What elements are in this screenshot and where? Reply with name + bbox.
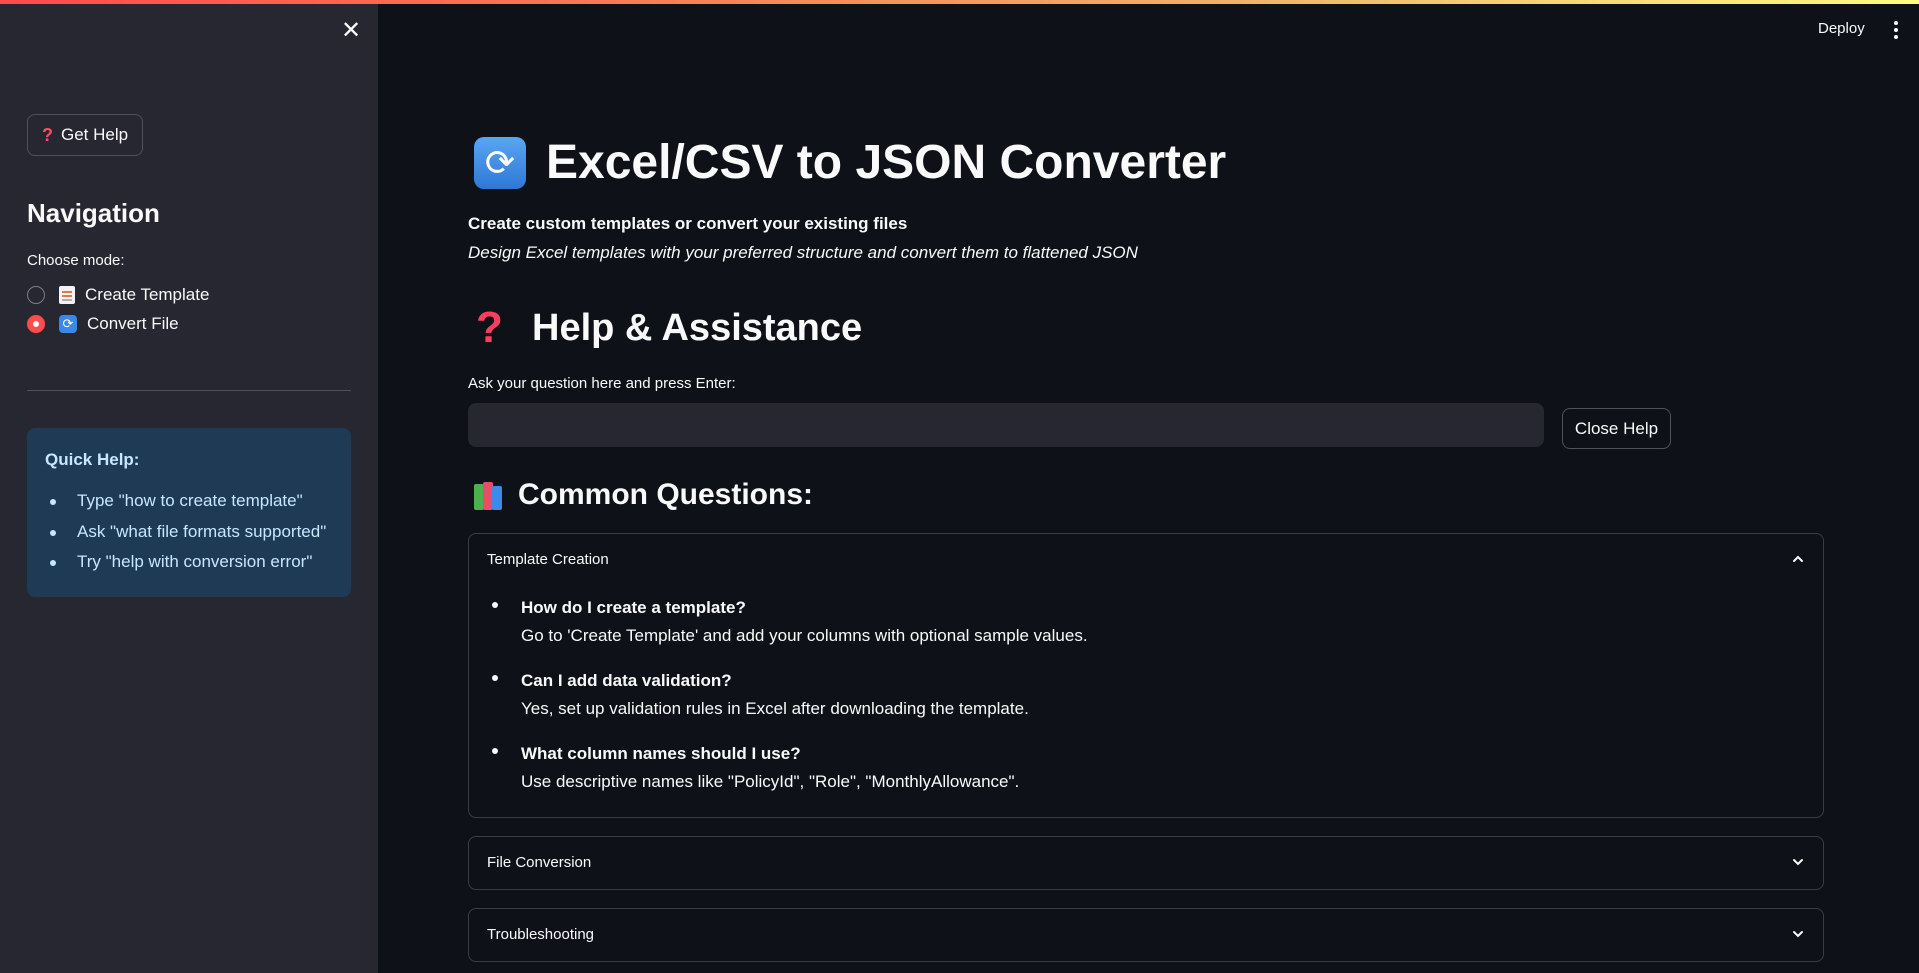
quick-help-item: Try "help with conversion error" [45, 547, 326, 578]
ask-question-label: Ask your question here and press Enter: [468, 375, 736, 392]
close-sidebar-icon[interactable]: ✕ [338, 18, 364, 44]
common-questions-heading: Common Questions: [518, 478, 814, 511]
expander-troubleshooting[interactable]: Troubleshooting [468, 908, 1824, 962]
expander-header[interactable]: Troubleshooting [487, 909, 1805, 961]
radio-label: Convert File [87, 314, 179, 333]
close-help-button[interactable]: Close Help [1562, 408, 1671, 449]
ask-question-input[interactable] [468, 403, 1544, 447]
get-help-label: Get Help [61, 125, 129, 144]
help-heading: Help & Assistance [532, 307, 863, 349]
expander-title: Template Creation [487, 551, 609, 568]
expander-title: Troubleshooting [487, 926, 595, 943]
page-icon [59, 286, 75, 304]
faq-answer: Go to 'Create Template' and add your col… [521, 626, 1088, 645]
expander-template-creation: Template Creation How do I create a temp… [468, 533, 1824, 818]
radio-convert-file[interactable]: ⟳ Convert File [27, 314, 179, 334]
chevron-up-icon[interactable] [1791, 552, 1805, 566]
faq-item: How do I create a template? Go to 'Creat… [487, 594, 1787, 650]
question-mark-icon: ? [42, 124, 53, 145]
quick-help-list: Type "how to create template" Ask "what … [45, 486, 326, 578]
top-decoration-bar [0, 0, 1919, 4]
faq-item: Can I add data validation? Yes, set up v… [487, 667, 1787, 723]
faq-question: How do I create a template? [521, 598, 746, 617]
deploy-button[interactable]: Deploy [1818, 20, 1865, 37]
faq-list: How do I create a template? Go to 'Creat… [487, 594, 1787, 813]
page-subtitle: Create custom templates or convert your … [468, 214, 908, 233]
radio-button[interactable] [27, 286, 45, 304]
radio-create-template[interactable]: Create Template [27, 285, 209, 305]
page-description: Design Excel templates with your preferr… [468, 243, 1138, 262]
sync-icon: ⟳ [59, 315, 77, 333]
chevron-down-icon[interactable] [1791, 927, 1805, 941]
quick-help-item: Ask "what file formats supported" [45, 517, 326, 548]
sync-icon: ⟳ [474, 137, 526, 189]
more-options-icon[interactable] [1888, 18, 1904, 42]
mode-label: Choose mode: [27, 252, 125, 269]
faq-answer: Yes, set up validation rules in Excel af… [521, 699, 1029, 718]
radio-button-selected[interactable] [27, 315, 45, 333]
expander-header[interactable]: Template Creation [487, 534, 1805, 586]
faq-answer: Use descriptive names like "PolicyId", "… [521, 772, 1020, 791]
quick-help-box: Quick Help: Type "how to create template… [27, 428, 351, 597]
sidebar: ✕ ? Get Help Navigation Choose mode: Cre… [0, 0, 378, 973]
faq-question: Can I add data validation? [521, 671, 732, 690]
faq-item: What column names should I use? Use desc… [487, 740, 1787, 796]
chevron-down-icon[interactable] [1791, 855, 1805, 869]
page-title: Excel/CSV to JSON Converter [546, 136, 1227, 189]
radio-label: Create Template [85, 285, 210, 304]
navigation-heading: Navigation [27, 198, 160, 228]
books-icon [474, 480, 506, 510]
expander-header[interactable]: File Conversion [487, 837, 1805, 889]
faq-question: What column names should I use? [521, 744, 801, 763]
quick-help-item: Type "how to create template" [45, 486, 326, 517]
quick-help-title: Quick Help: [45, 450, 140, 469]
expander-file-conversion[interactable]: File Conversion [468, 836, 1824, 890]
sidebar-divider [27, 390, 351, 391]
question-mark-icon: ? [476, 303, 503, 352]
get-help-button[interactable]: ? Get Help [27, 114, 144, 156]
expander-title: File Conversion [487, 854, 592, 871]
